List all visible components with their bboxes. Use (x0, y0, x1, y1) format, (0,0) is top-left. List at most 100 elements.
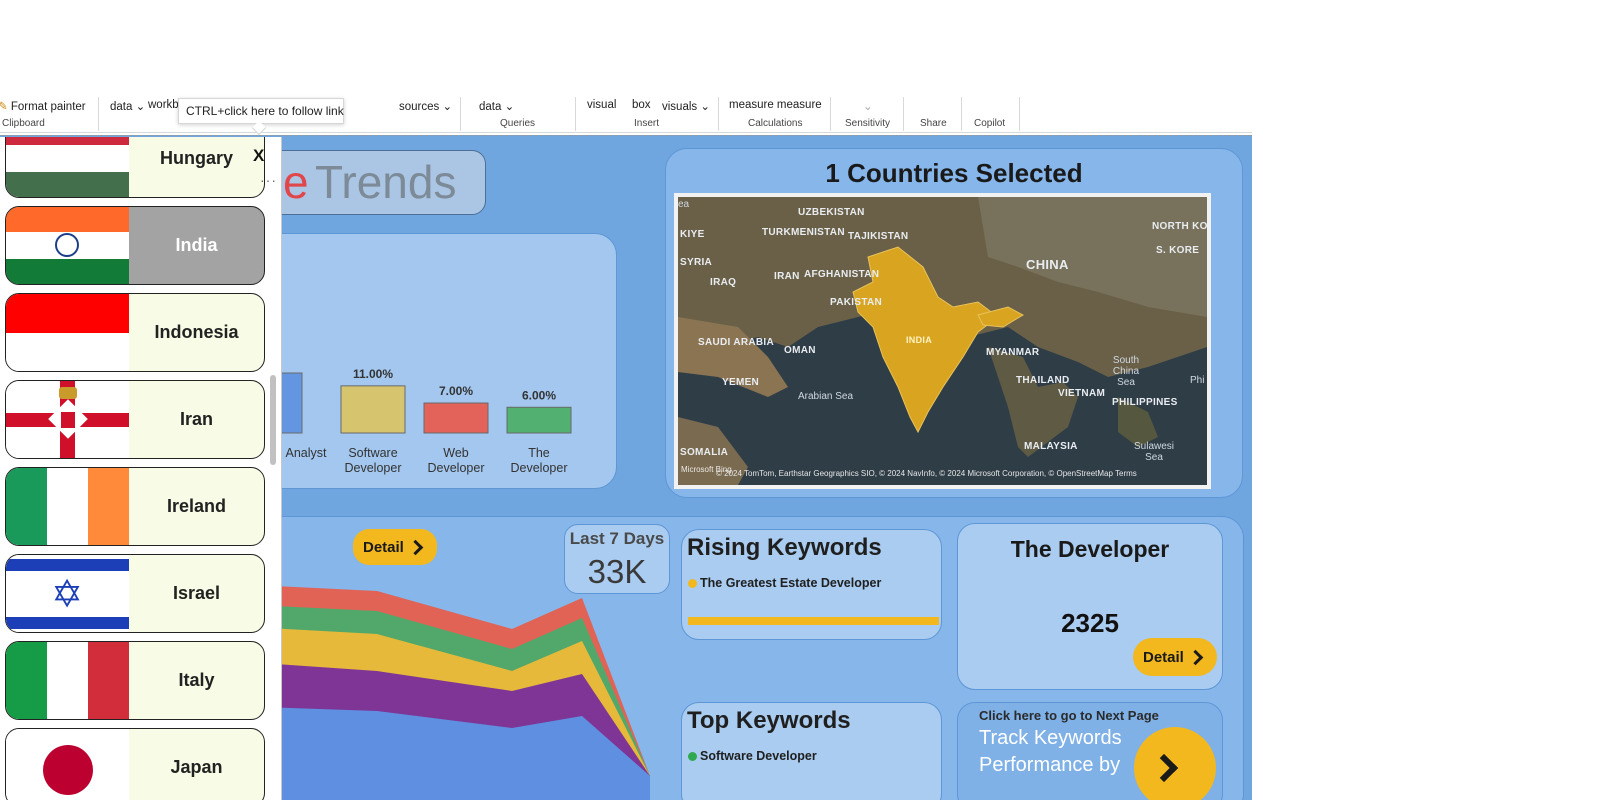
map-label: PHILIPPINES (1112, 397, 1178, 408)
text-box-button[interactable]: box (632, 99, 651, 111)
map-label: TURKMENISTAN (762, 227, 845, 238)
legend-dot-icon (688, 751, 697, 761)
indonesia-flag-icon (6, 294, 129, 371)
country-tile-israel[interactable]: ✡ Israel (5, 554, 265, 633)
bar-value-label: 11.00% (353, 367, 393, 381)
top-keyword-item[interactable]: Software Developer (688, 749, 817, 763)
country-tile-hungary[interactable]: Hungary (5, 137, 265, 198)
map-label: PAKISTAN (830, 297, 883, 308)
rising-keywords-title: Rising Keywords (687, 534, 882, 561)
link-tooltip: CTRL+click here to follow link (178, 98, 344, 124)
italy-flag-icon (6, 642, 129, 719)
new-visual-button[interactable]: visual (587, 99, 616, 111)
close-button[interactable]: X (253, 146, 264, 166)
india-flag-icon (6, 207, 129, 284)
map-label: OMAN (784, 345, 816, 356)
country-tile-india[interactable]: India (5, 206, 265, 285)
more-options-icon[interactable]: ··· (260, 172, 277, 188)
country-name: Israel (172, 583, 221, 603)
trend-detail-button[interactable]: Detail (353, 529, 437, 565)
bar-software-developer[interactable] (340, 385, 406, 434)
map-frame: ea UZBEKISTAN KIYE TURKMENISTAN TAJIKIST… (674, 193, 1211, 489)
country-name: India (175, 235, 218, 255)
logo-letter: e (283, 156, 309, 208)
country-slicer: Hungary India Indonesia Iran Ireland ✡ I… (0, 137, 282, 800)
map-label: S. KORE (1156, 245, 1200, 256)
map-sea-label: Sulawesi Sea (1133, 441, 1175, 463)
bar-web-developer[interactable] (423, 402, 489, 434)
clipboard-group-label: Clipboard (2, 118, 45, 129)
rising-keyword-bar (688, 617, 939, 625)
country-tile-iran[interactable]: Iran (5, 380, 265, 459)
legend-dot-icon (688, 578, 697, 588)
country-map[interactable]: ea UZBEKISTAN KIYE TURKMENISTAN TAJIKIST… (678, 197, 1207, 485)
next-page-line1: Track Keywords (979, 727, 1122, 749)
get-data-button[interactable]: data ⌄ (110, 99, 145, 113)
ribbon-separator (718, 97, 719, 131)
chevron-down-icon: ⌄ (135, 101, 146, 113)
map-label: VIETNAM (1058, 388, 1106, 399)
bar-value-label: 7.00% (439, 384, 473, 398)
ribbon-separator (1019, 97, 1020, 131)
map-label: MYANMAR (986, 347, 1040, 358)
bar-category-label: Developer (345, 461, 402, 475)
top-keywords-title: Top Keywords (687, 707, 851, 734)
rising-keyword-item[interactable]: The Greatest Estate Developer (688, 576, 881, 590)
next-page-button[interactable] (1134, 727, 1216, 800)
chevron-down-icon: ⌄ (504, 101, 515, 113)
ribbon-separator (460, 97, 461, 131)
ribbon-separator (98, 97, 99, 131)
country-tile-italy[interactable]: Italy (5, 641, 265, 720)
slicer-scrollbar[interactable] (270, 375, 276, 465)
country-name: Ireland (166, 496, 227, 516)
map-label: IRAN (774, 271, 800, 282)
map-label: THAILAND (1016, 375, 1070, 386)
paintbrush-icon: ✎ (0, 101, 8, 113)
ribbon-separator (961, 97, 962, 131)
recent-sources-button[interactable]: sources ⌄ (399, 99, 452, 113)
job-share-bar-chart: .00%Analyst11.00%SoftwareDeveloper7.00%W… (232, 354, 572, 475)
country-name: Hungary (159, 148, 233, 168)
country-name: Italy (178, 670, 215, 690)
iran-flag-icon (6, 381, 129, 458)
map-attribution[interactable]: © 2024 TomTom, Earthstar Geographics SIO… (716, 469, 1137, 478)
bar-category-label: Developer (428, 461, 485, 475)
ribbon-separator (903, 97, 904, 131)
top-keyword-label: Software Developer (700, 749, 817, 763)
bar-the-developer[interactable] (506, 406, 572, 434)
developer-detail-button[interactable]: Detail (1133, 638, 1217, 676)
country-name: Japan (170, 757, 223, 777)
bar-category-label: Developer (511, 461, 568, 475)
new-measure-button[interactable]: measure measure (729, 99, 822, 111)
bar-category-label: Software (348, 446, 397, 460)
map-label: YEMEN (722, 377, 760, 388)
keyword-trend-area-chart (232, 584, 650, 800)
sensitivity-chevron-icon[interactable]: ⌄ (863, 99, 873, 113)
map-label: ea (678, 199, 690, 210)
insert-group-label: Insert (634, 118, 660, 129)
japan-flag-icon (6, 729, 129, 800)
transform-data-button[interactable]: data ⌄ (479, 99, 514, 113)
chevron-down-icon: ⌄ (700, 101, 710, 113)
next-page-line2: Performance by (979, 754, 1121, 776)
developer-card-title: The Developer (1010, 536, 1170, 562)
map-label-selected: INDIA (906, 335, 932, 345)
logo-text: Trends (315, 156, 457, 208)
next-page-link[interactable]: Click here to go to Next Page (979, 708, 1159, 723)
chevron-down-icon: ⌄ (442, 101, 453, 113)
format-painter-button[interactable]: ✎ Format painter (0, 99, 86, 113)
map-label: TAJIKISTAN (848, 231, 909, 242)
next-page-card[interactable]: Click here to go to Next Page Track Keyw… (957, 702, 1223, 800)
workbook-button[interactable]: workb (148, 99, 179, 111)
country-tile-indonesia[interactable]: Indonesia (5, 293, 265, 372)
bar-value-label: 6.00% (522, 388, 556, 402)
more-visuals-button[interactable]: visuals ⌄ (662, 99, 710, 113)
country-tile-ireland[interactable]: Ireland (5, 467, 265, 546)
detail-label: Detail (363, 538, 404, 556)
map-label: SYRIA (680, 257, 713, 268)
copilot-group-label: Copilot (974, 118, 1006, 129)
top-keywords-card: Top Keywords Software Developer (681, 702, 942, 800)
rising-keyword-label: The Greatest Estate Developer (700, 576, 882, 590)
israel-flag-icon: ✡ (6, 555, 129, 632)
country-tile-japan[interactable]: Japan (5, 728, 265, 800)
